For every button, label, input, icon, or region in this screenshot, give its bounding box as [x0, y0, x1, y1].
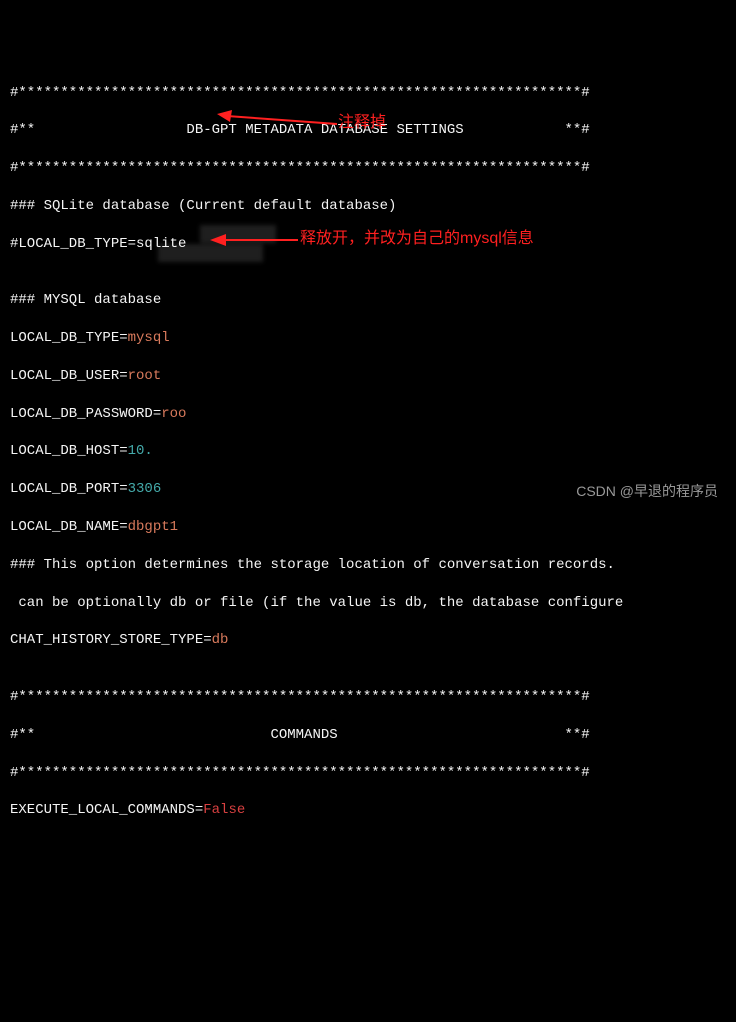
- db-port-key: LOCAL_DB_PORT=: [10, 481, 128, 497]
- execute-commands-value: False: [203, 802, 245, 818]
- annotation-comment-out: 注释掉: [338, 112, 386, 134]
- annotation-uncomment: 释放开，并改为自己的mysql信息: [300, 228, 534, 250]
- db-user-value: root: [128, 368, 162, 384]
- db-name-key: LOCAL_DB_NAME=: [10, 519, 128, 535]
- obscured-host: [158, 244, 263, 262]
- border-line: #***************************************…: [10, 84, 726, 103]
- db-host-key: LOCAL_DB_HOST=: [10, 443, 128, 459]
- db-name-value: dbgpt1: [128, 519, 178, 535]
- storage-comment-1: ### This option determines the storage l…: [10, 556, 726, 575]
- db-type-value: mysql: [128, 330, 170, 346]
- db-port-value: 3306: [128, 481, 162, 497]
- sqlite-section-header: ### SQLite database (Current default dat…: [10, 197, 726, 216]
- chat-history-value: db: [212, 632, 229, 648]
- db-password-value: roo: [161, 406, 186, 422]
- config-file-content: #***************************************…: [10, 84, 726, 821]
- watermark: CSDN @早退的程序员: [576, 482, 718, 501]
- chat-history-key: CHAT_HISTORY_STORE_TYPE=: [10, 632, 212, 648]
- execute-commands-key: EXECUTE_LOCAL_COMMANDS=: [10, 802, 203, 818]
- border-line: #***************************************…: [10, 764, 726, 783]
- commands-title: #** COMMANDS **#: [10, 726, 726, 745]
- db-type-key: LOCAL_DB_TYPE=: [10, 330, 128, 346]
- storage-comment-2: can be optionally db or file (if the val…: [10, 594, 726, 613]
- border-line: #***************************************…: [10, 688, 726, 707]
- border-line: #***************************************…: [10, 159, 726, 178]
- db-password-key: LOCAL_DB_PASSWORD=: [10, 406, 161, 422]
- db-user-key: LOCAL_DB_USER=: [10, 368, 128, 384]
- obscured-password: [200, 225, 276, 243]
- mysql-section-header: ### MYSQL database: [10, 291, 726, 310]
- db-host-value: 10.: [128, 443, 153, 459]
